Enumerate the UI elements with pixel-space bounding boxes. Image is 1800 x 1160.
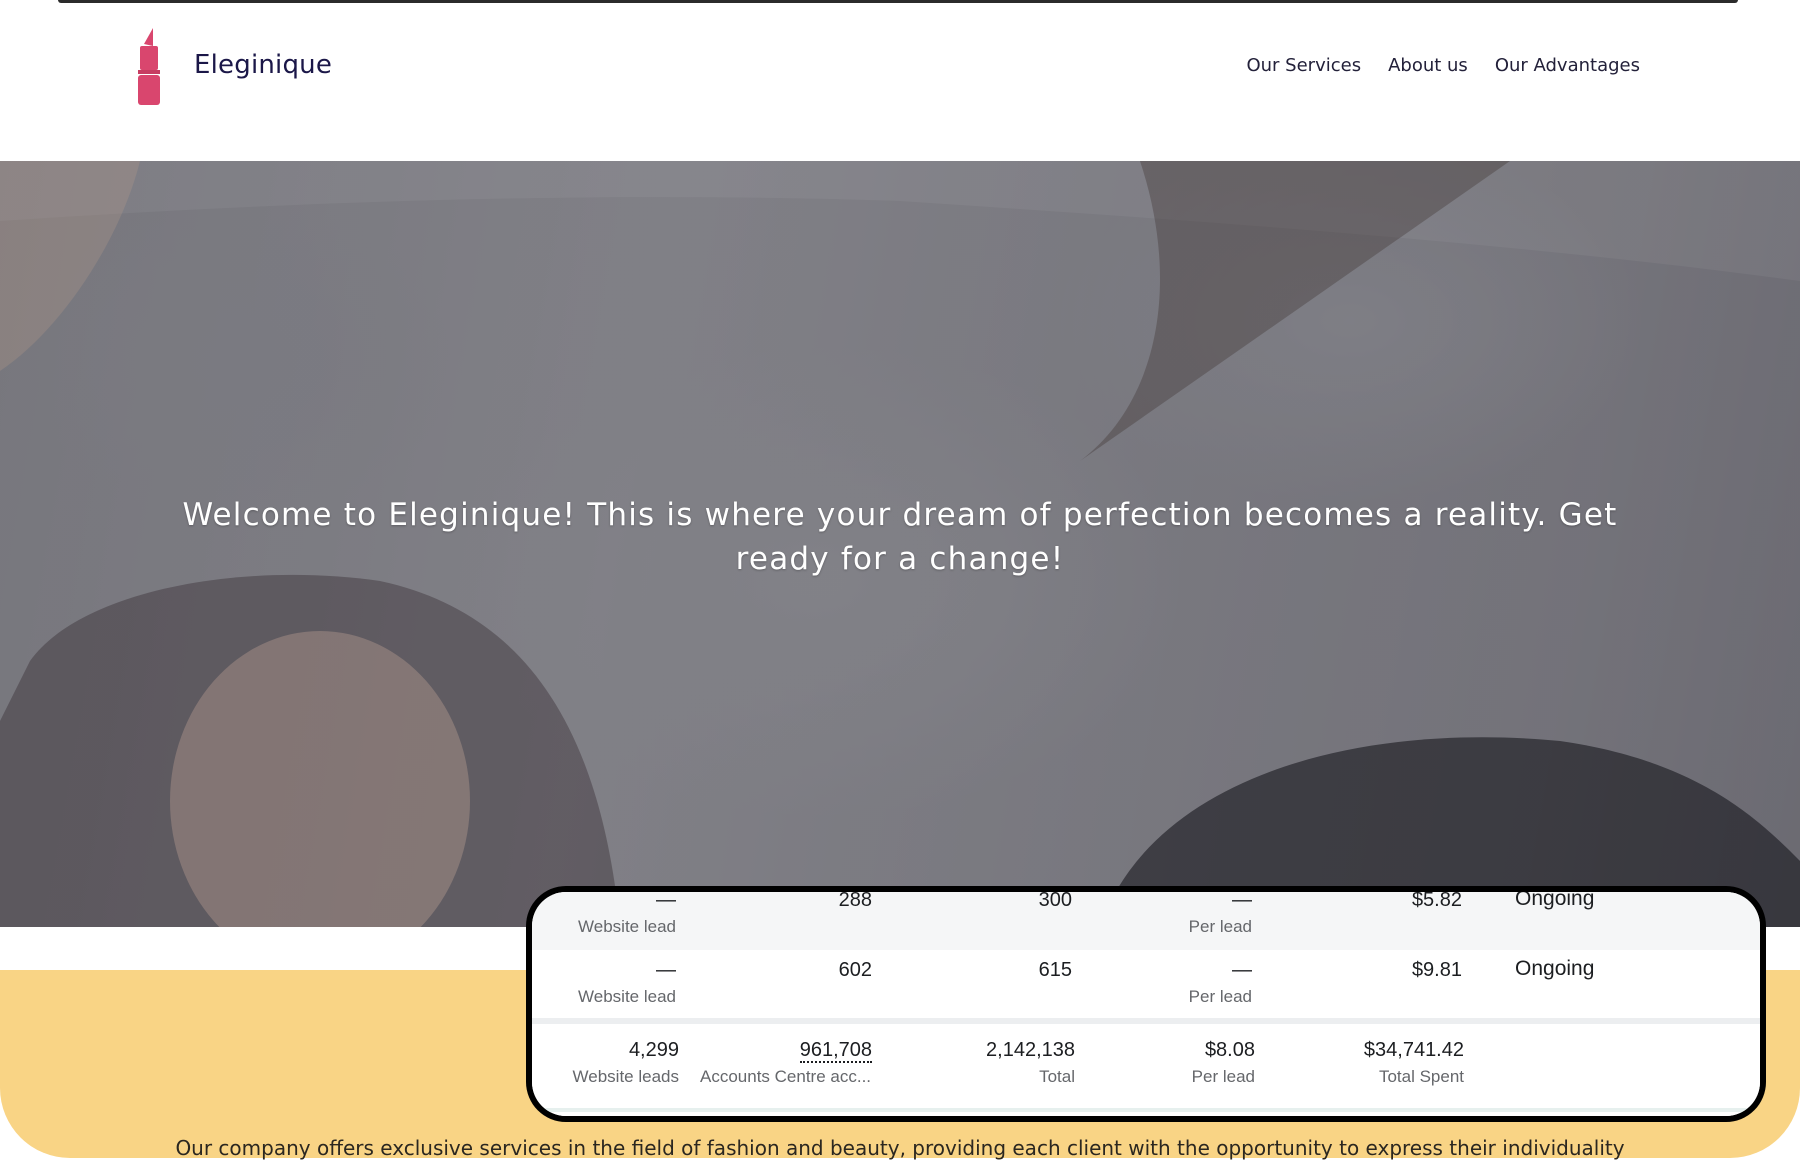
result-label: Website lead bbox=[578, 917, 676, 936]
total-impressions-label: Total bbox=[1039, 1067, 1075, 1086]
impressions-value: 300 bbox=[1038, 892, 1072, 911]
reach-value: 288 bbox=[838, 892, 872, 911]
cost-label: Per lead bbox=[1188, 987, 1252, 1006]
reach-value: 602 bbox=[838, 959, 872, 981]
total-reach-label: Accounts Centre acc... bbox=[700, 1067, 872, 1086]
total-cost-label: Per lead bbox=[1191, 1067, 1255, 1086]
nav-about-us[interactable]: About us bbox=[1388, 55, 1468, 76]
total-cost-value: $8.08 bbox=[1204, 1039, 1255, 1061]
impressions-value: 615 bbox=[1038, 959, 1072, 981]
totals-row: 4,299 Website leads 961,708 Accounts Cen… bbox=[532, 1024, 1760, 1116]
total-impressions-value: 2,142,138 bbox=[986, 1039, 1075, 1061]
intro-text: Our company offers exclusive services in… bbox=[175, 1136, 1625, 1160]
cost-value: — bbox=[1232, 892, 1252, 911]
spent-value: $9.81 bbox=[1411, 959, 1462, 981]
table-row[interactable]: — Website lead 288 300 — Per lead $5.82 … bbox=[532, 892, 1760, 950]
status-text: Ongoing bbox=[1515, 892, 1595, 910]
main-nav: Our Services About us Our Advantages bbox=[1246, 55, 1640, 76]
total-reach-link[interactable]: 961,708 bbox=[799, 1039, 872, 1063]
results-table: — Website lead 288 300 — Per lead $5.82 … bbox=[532, 892, 1760, 1116]
total-results-value: 4,299 bbox=[628, 1039, 679, 1061]
total-reach-value[interactable]: 961,708 bbox=[712, 1038, 872, 1063]
result-value: — bbox=[656, 892, 676, 911]
total-spent-value: $34,741.42 bbox=[1363, 1039, 1464, 1061]
nav-our-advantages[interactable]: Our Advantages bbox=[1495, 55, 1640, 76]
site-header: Eleginique Our Services About us Our Adv… bbox=[0, 0, 1800, 161]
status-text: Ongoing bbox=[1515, 957, 1595, 980]
nav-our-services[interactable]: Our Services bbox=[1246, 55, 1361, 76]
hero-banner: Welcome to Eleginique! This is where you… bbox=[0, 161, 1800, 927]
ads-results-overlay: — Website lead 288 300 — Per lead $5.82 … bbox=[526, 886, 1766, 1122]
lipstick-icon[interactable] bbox=[136, 26, 160, 106]
spent-value: $5.82 bbox=[1411, 892, 1462, 911]
brand-name[interactable]: Eleginique bbox=[194, 50, 332, 80]
cost-label: Per lead bbox=[1188, 917, 1252, 936]
hero-headline: Welcome to Eleginique! This is where you… bbox=[182, 497, 1618, 577]
total-results-label: Website leads bbox=[572, 1067, 679, 1086]
result-value: — bbox=[656, 959, 676, 981]
total-spent-label: Total Spent bbox=[1378, 1067, 1464, 1086]
top-rule bbox=[58, 0, 1738, 3]
result-label: Website lead bbox=[578, 987, 676, 1006]
table-row[interactable]: — Website lead 602 615 — Per lead $9.81 … bbox=[532, 950, 1760, 1024]
cost-value: — bbox=[1232, 959, 1252, 981]
